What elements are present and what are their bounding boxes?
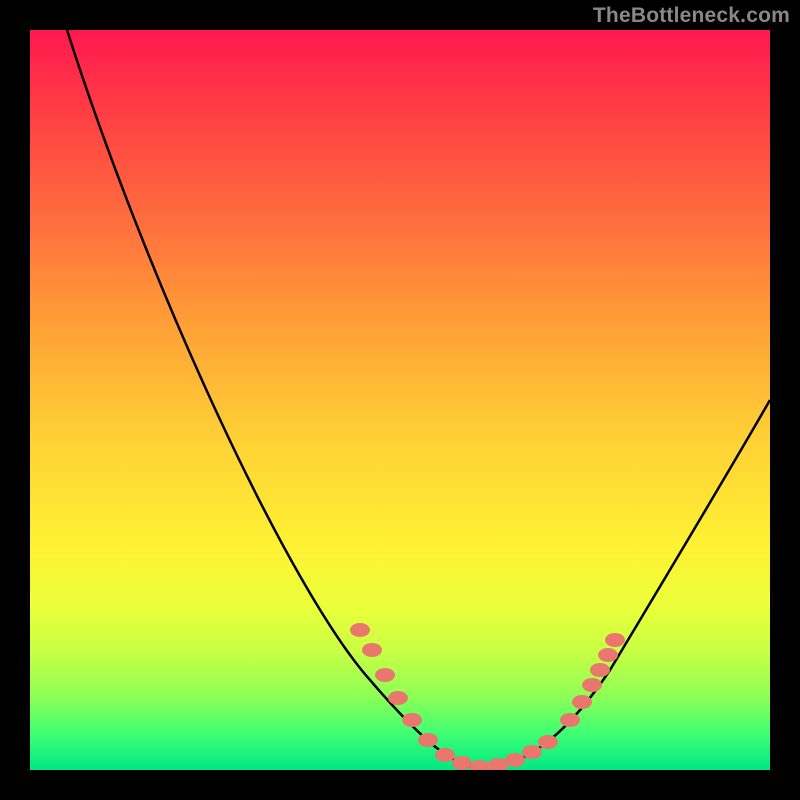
watermark-text: TheBottleneck.com (593, 4, 790, 28)
plot-area (30, 30, 770, 770)
marker (488, 758, 508, 770)
marker (350, 623, 370, 637)
marker (505, 753, 525, 767)
marker (538, 735, 558, 749)
marker (418, 733, 438, 747)
chart-frame: TheBottleneck.com (0, 0, 800, 800)
marker (590, 663, 610, 677)
marker (402, 713, 422, 727)
marker (522, 745, 542, 759)
marker (388, 691, 408, 705)
chart-svg (30, 30, 770, 770)
marker (375, 668, 395, 682)
marker (362, 643, 382, 657)
marker (572, 695, 592, 709)
marker-group (350, 623, 625, 770)
marker (598, 648, 618, 662)
marker (452, 756, 472, 770)
marker (605, 633, 625, 647)
bottleneck-curve (67, 30, 770, 768)
marker (470, 760, 490, 770)
marker (435, 748, 455, 762)
marker (560, 713, 580, 727)
marker (582, 678, 602, 692)
